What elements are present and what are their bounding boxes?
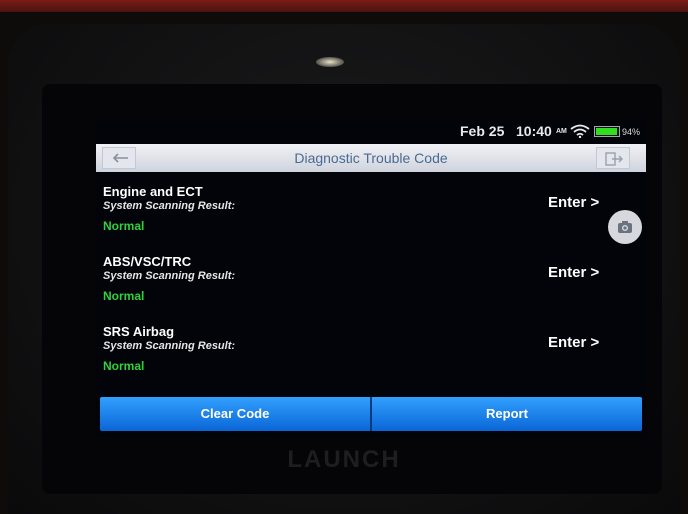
exit-button[interactable]	[596, 147, 630, 169]
action-bar: Clear Code Report	[100, 397, 642, 431]
battery-level	[596, 128, 617, 135]
title-bar: Diagnostic Trouble Code	[96, 144, 646, 172]
status-date: Feb 25	[460, 123, 505, 139]
system-status: Normal	[103, 289, 145, 303]
system-name: SRS Airbag	[103, 324, 175, 339]
enter-button-srs[interactable]: Enter >	[548, 334, 599, 351]
system-status: Normal	[103, 219, 145, 233]
system-row-engine[interactable]: Engine and ECT System Scanning Result: N…	[96, 184, 646, 254]
system-row-srs[interactable]: SRS Airbag System Scanning Result: Norma…	[96, 324, 646, 394]
system-subtitle: System Scanning Result:	[103, 200, 236, 212]
system-subtitle: System Scanning Result:	[103, 270, 236, 282]
enter-button-abs[interactable]: Enter >	[548, 264, 599, 281]
clear-code-button[interactable]: Clear Code	[100, 397, 370, 431]
enter-button-engine[interactable]: Enter >	[548, 194, 599, 211]
device-screen: Feb 25 10:40 AM 94% Diagnostic Trouble C…	[96, 120, 646, 438]
battery-percent: 94%	[622, 127, 641, 137]
camera-icon	[618, 221, 632, 233]
light-glare	[316, 57, 344, 67]
wifi-icon	[570, 124, 590, 139]
battery-icon	[594, 126, 620, 137]
system-name: ABS/VSC/TRC	[103, 254, 192, 269]
system-row-abs[interactable]: ABS/VSC/TRC System Scanning Result: Norm…	[96, 254, 646, 324]
background-edge	[0, 0, 688, 12]
status-bar: Feb 25 10:40 AM 94%	[96, 120, 646, 142]
report-button[interactable]: Report	[372, 397, 642, 431]
status-ampm: AM	[556, 128, 567, 135]
exit-icon	[605, 152, 623, 166]
photo: LAUNCH Feb 25 10:40 AM 94% Diagnostic Tr…	[0, 0, 688, 514]
system-subtitle: System Scanning Result:	[103, 340, 236, 352]
system-status: Normal	[103, 359, 145, 373]
status-time: 10:40	[516, 123, 552, 139]
brand-logo: LAUNCH	[287, 446, 401, 473]
screenshot-button[interactable]	[608, 210, 642, 244]
page-title: Diagnostic Trouble Code	[294, 150, 448, 166]
system-name: Engine and ECT	[103, 184, 203, 199]
